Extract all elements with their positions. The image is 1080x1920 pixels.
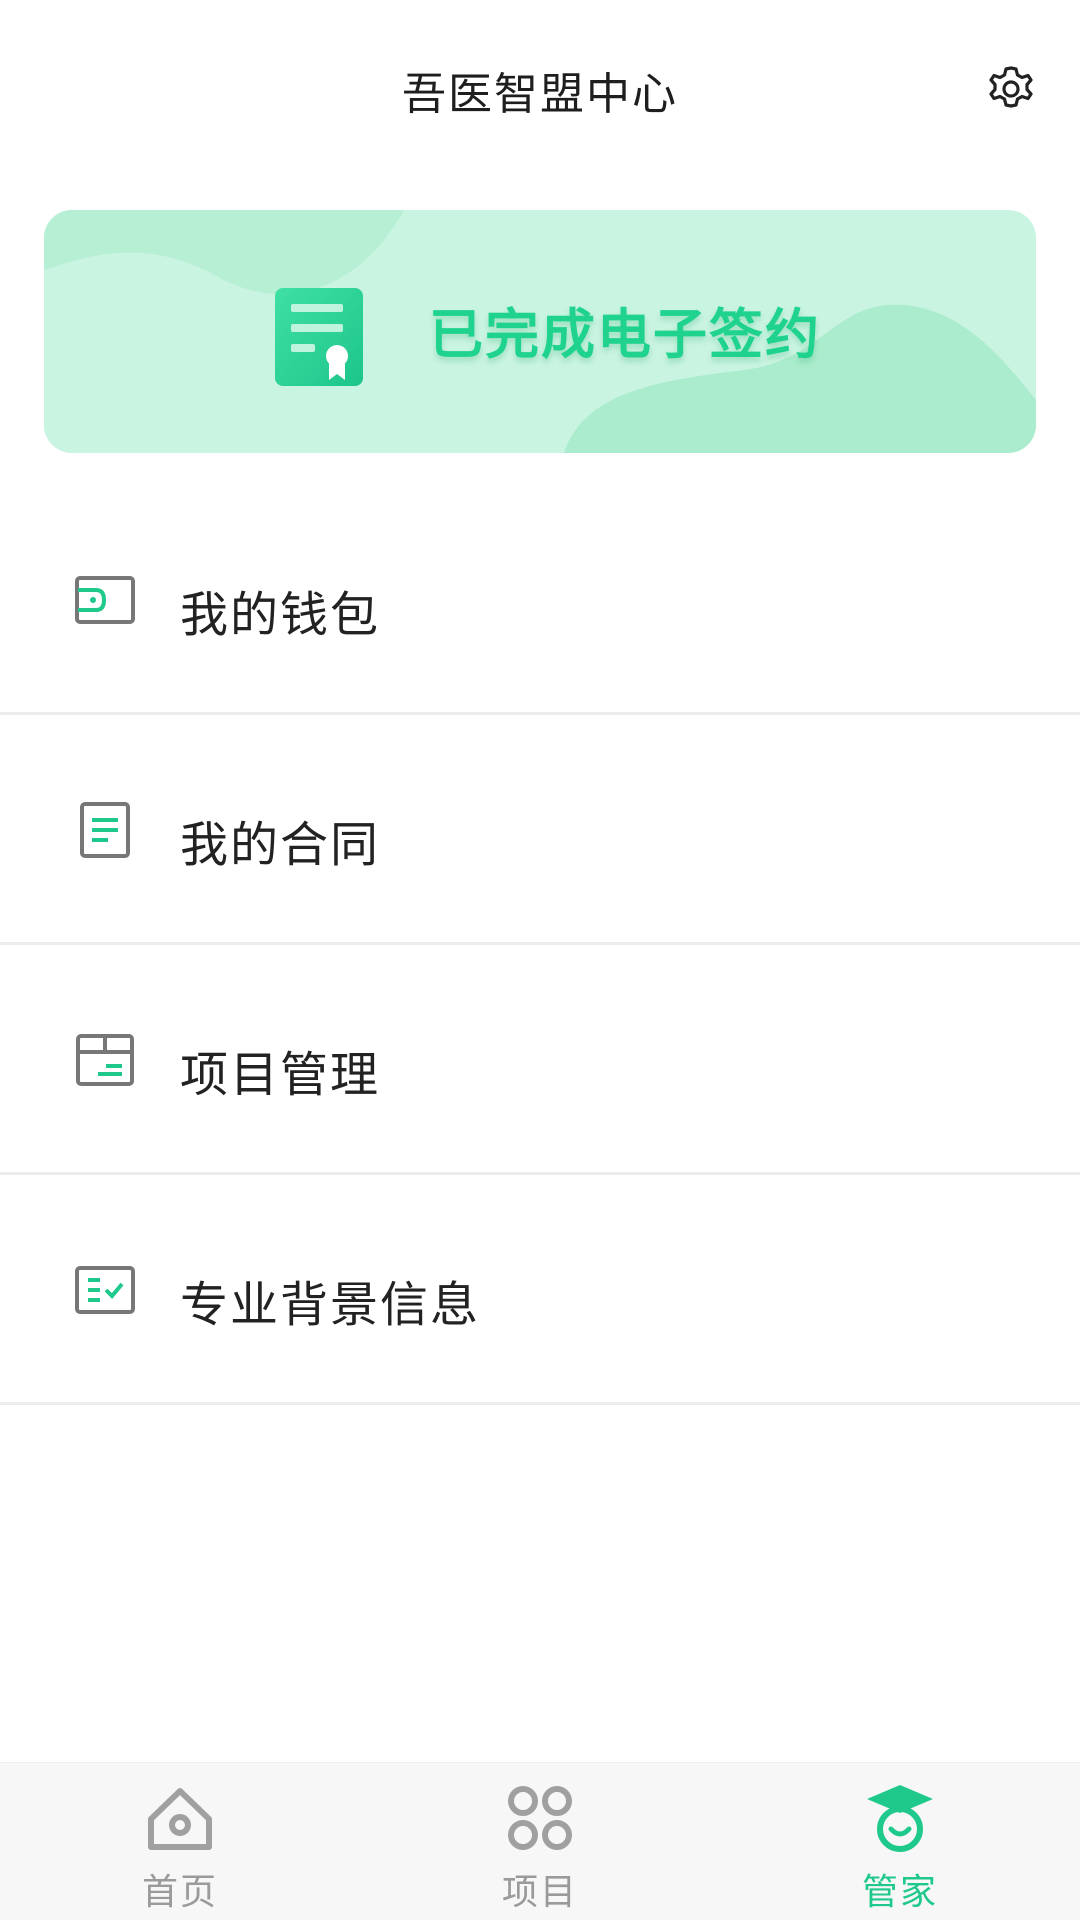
- menu-item-label: 专业背景信息: [180, 1277, 481, 1333]
- menu-item-label: 我的钱包: [180, 587, 381, 643]
- tab-home[interactable]: 首页: [0, 1763, 360, 1920]
- tab-butler[interactable]: 管家: [720, 1763, 1080, 1920]
- page: 吾医智盟中心 已完成电子签约 我的钱包 我的合同 项目管理 专业背景信息 首页 …: [0, 0, 1080, 1920]
- tab-label: 管家: [861, 1872, 938, 1913]
- tab-label: 首页: [141, 1872, 218, 1913]
- menu-item-professional-background[interactable]: 专业背景信息: [0, 1175, 1080, 1405]
- project-box-icon: [76, 1034, 134, 1086]
- graduation-cap-icon: [867, 1785, 933, 1852]
- menu-item-wallet[interactable]: 我的钱包: [0, 485, 1080, 715]
- checklist-icon: [75, 1266, 135, 1314]
- menu-item-contract[interactable]: 我的合同: [0, 715, 1080, 945]
- page-title: 吾医智盟中心: [402, 69, 678, 120]
- contract-icon: [80, 802, 130, 858]
- menu-item-project-management[interactable]: 项目管理: [0, 945, 1080, 1175]
- menu-item-label: 我的合同: [180, 817, 381, 873]
- e-sign-status-banner[interactable]: 已完成电子签约: [44, 210, 1036, 453]
- menu-list: 我的钱包 我的合同 项目管理 专业背景信息: [0, 485, 1080, 1405]
- certificate-icon: [275, 288, 363, 386]
- bottom-tab-bar: 首页 项目 管家: [0, 1762, 1080, 1920]
- gear-icon: [989, 66, 1033, 108]
- menu-item-label: 项目管理: [180, 1047, 381, 1103]
- settings-button[interactable]: [978, 56, 1044, 122]
- header: 吾医智盟中心: [0, 0, 1080, 170]
- grid-circles-icon: [508, 1786, 572, 1850]
- home-icon: [148, 1788, 212, 1850]
- tab-label: 项目: [501, 1872, 578, 1913]
- e-sign-status-text: 已完成电子签约: [429, 303, 821, 366]
- wallet-icon: [75, 576, 135, 624]
- tab-projects[interactable]: 项目: [360, 1763, 720, 1920]
